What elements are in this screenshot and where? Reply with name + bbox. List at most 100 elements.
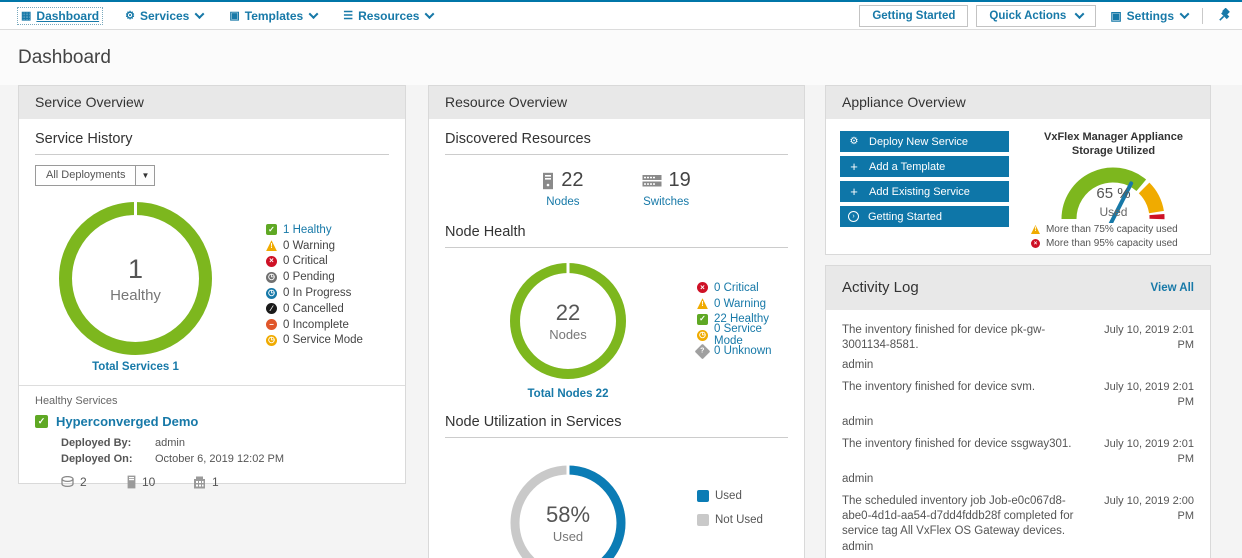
pending-icon: ◷ <box>266 272 277 283</box>
log-entry: The scheduled inventory job Job-e0c067d8… <box>842 494 1194 554</box>
total-nodes-link[interactable]: Total Nodes 22 <box>445 388 691 400</box>
service-mode-icon: ◷ <box>697 330 708 341</box>
resource-overview-header: Resource Overview <box>429 86 804 119</box>
deployed-by-value: admin <box>155 437 185 449</box>
chevron-down-icon <box>1180 9 1190 19</box>
legend-item-cancelled: ∕ 0 Cancelled <box>266 301 363 317</box>
nav-dashboard[interactable]: ▦ Dashboard <box>18 8 102 24</box>
divider <box>1202 8 1203 24</box>
settings-menu[interactable]: ▣ Settings <box>1110 9 1188 23</box>
quick-actions-button[interactable]: Quick Actions <box>976 5 1096 27</box>
log-entry: The inventory finished for device svm. J… <box>842 380 1194 428</box>
settings-icon: ▣ <box>1110 9 1121 23</box>
healthy-services-section: Healthy Services ✓ Hyperconverged Demo D… <box>19 385 405 489</box>
unknown-icon: ? <box>695 343 711 359</box>
service-history-title: Service History <box>35 131 389 155</box>
resources-icon: ☰ <box>343 9 353 22</box>
nodes-link[interactable]: Nodes <box>542 196 583 208</box>
services-donut-label: Healthy <box>110 287 161 304</box>
legend-item-in-progress: ◷ 0 In Progress <box>266 285 363 301</box>
node-health-donut-chart: 22 Nodes <box>505 258 631 384</box>
getting-started-button[interactable]: Getting Started <box>859 5 968 27</box>
service-status-legend: ✓ 1 Healthy ! 0 Warning × 0 Critical ◷ 0… <box>266 222 363 361</box>
dashboard-icon: ▦ <box>21 9 31 22</box>
legend-item-service-mode[interactable]: ◷ 0 Service Mode <box>697 327 788 343</box>
appliance-overview-header: Appliance Overview <box>826 86 1210 119</box>
cluster-icon <box>193 476 206 489</box>
gauge-label: Used <box>1099 205 1127 219</box>
plus-icon: + <box>848 184 860 199</box>
warning-icon: ! <box>697 298 708 309</box>
view-all-link[interactable]: View All <box>1151 266 1194 310</box>
nav-templates[interactable]: ▣ Templates <box>229 9 317 23</box>
activity-log-panel: Activity Log View All The inventory fini… <box>825 265 1211 558</box>
healthy-icon: ✓ <box>35 415 48 428</box>
utilization-donut-label: Used <box>553 529 583 544</box>
appliance-overview-panel: Appliance Overview ⚙ Deploy New Service … <box>825 85 1211 255</box>
pin-icon[interactable] <box>1217 8 1232 23</box>
node-health-donut-value: 22 <box>556 300 580 326</box>
deployments-filter-select[interactable]: All Deployments ▼ <box>35 165 155 186</box>
node-health-donut-label: Nodes <box>549 327 587 342</box>
legend-item-incomplete: − 0 Incomplete <box>266 317 363 333</box>
legend-item-pending: ◷ 0 Pending <box>266 269 363 285</box>
top-navigation-bar: ▦ Dashboard ⚙ Services ▣ Templates ☰ Res… <box>0 0 1242 30</box>
service-icon: ⚙ <box>848 136 860 147</box>
critical-icon: × <box>1031 239 1040 248</box>
templates-icon: ▣ <box>229 9 239 22</box>
add-template-button[interactable]: + Add a Template <box>840 156 1009 177</box>
deploy-new-service-button[interactable]: ⚙ Deploy New Service <box>840 131 1009 152</box>
nodes-stat: 22 Nodes <box>542 169 583 208</box>
service-overview-header: Service Overview <box>19 86 405 119</box>
service-mode-icon: ◷ <box>266 335 277 346</box>
total-services-link[interactable]: Total Services 1 <box>35 361 236 373</box>
legend-item-critical[interactable]: × 0 Critical <box>697 280 788 296</box>
legend-item-service-mode: ◷ 0 Service Mode <box>266 333 363 349</box>
deployed-on-value: October 6, 2019 12:02 PM <box>155 453 284 465</box>
legend-item-used: Used <box>697 484 763 508</box>
title-band <box>0 30 1242 85</box>
chevron-down-icon <box>1075 9 1085 19</box>
gauge-title-line2: Storage Utilized <box>1031 145 1196 159</box>
select-arrow-icon: ▼ <box>135 166 154 185</box>
used-swatch <box>697 490 709 502</box>
node-utilization-donut-chart: 58% Used <box>505 460 631 558</box>
nodes-count: 22 <box>561 169 583 192</box>
services-donut-chart: 1 Healthy <box>53 196 218 361</box>
switches-link[interactable]: Switches <box>642 196 691 208</box>
chevron-down-icon <box>195 9 205 19</box>
node-health-title: Node Health <box>445 224 788 248</box>
activity-log-title: Activity Log <box>842 279 919 296</box>
healthy-icon: ✓ <box>266 224 277 235</box>
critical-icon: × <box>266 256 277 267</box>
node-health-legend: × 0 Critical ! 0 Warning ✓ 22 Healthy ◷ … <box>697 280 788 384</box>
getting-started-panel-button[interactable]: › Getting Started <box>840 206 1009 227</box>
dashboard-page: ▦ Dashboard ⚙ Services ▣ Templates ☰ Res… <box>0 0 1242 558</box>
add-existing-service-button[interactable]: + Add Existing Service <box>840 181 1009 202</box>
nav-dashboard-label: Dashboard <box>36 9 99 23</box>
gauge-title-line1: VxFlex Manager Appliance <box>1031 131 1196 145</box>
node-icon <box>542 172 554 190</box>
legend-item-warning[interactable]: ! 0 Warning <box>697 296 788 312</box>
resource-overview-panel: Resource Overview Discovered Resources 2… <box>428 85 805 558</box>
service-link[interactable]: ✓ Hyperconverged Demo <box>35 414 389 429</box>
nav-services[interactable]: ⚙ Services <box>125 9 203 23</box>
discovered-resources-title: Discovered Resources <box>445 131 788 155</box>
plus-icon: + <box>848 159 860 174</box>
deployed-on-label: Deployed On: <box>35 453 155 465</box>
chevron-down-icon <box>425 9 435 19</box>
storage-gauge: VxFlex Manager Appliance Storage Utilize… <box>1031 131 1196 251</box>
log-entry: The inventory finished for device ssgway… <box>842 437 1194 485</box>
critical-icon: × <box>697 282 708 293</box>
warning-icon: ! <box>266 240 277 251</box>
services-icon: ⚙ <box>125 9 135 22</box>
log-entry: The inventory finished for device pk-gw-… <box>842 323 1194 371</box>
gauge-value: 65 % <box>1096 185 1130 202</box>
chevron-down-icon <box>309 9 319 19</box>
utilization-legend: Used Not Used <box>697 484 763 558</box>
gauge-note-95: × More than 95% capacity used <box>1031 237 1196 251</box>
legend-item-healthy[interactable]: ✓ 1 Healthy <box>266 222 363 238</box>
not-used-swatch <box>697 514 709 526</box>
healthy-services-label: Healthy Services <box>35 395 389 407</box>
nav-resources[interactable]: ☰ Resources <box>343 9 433 23</box>
